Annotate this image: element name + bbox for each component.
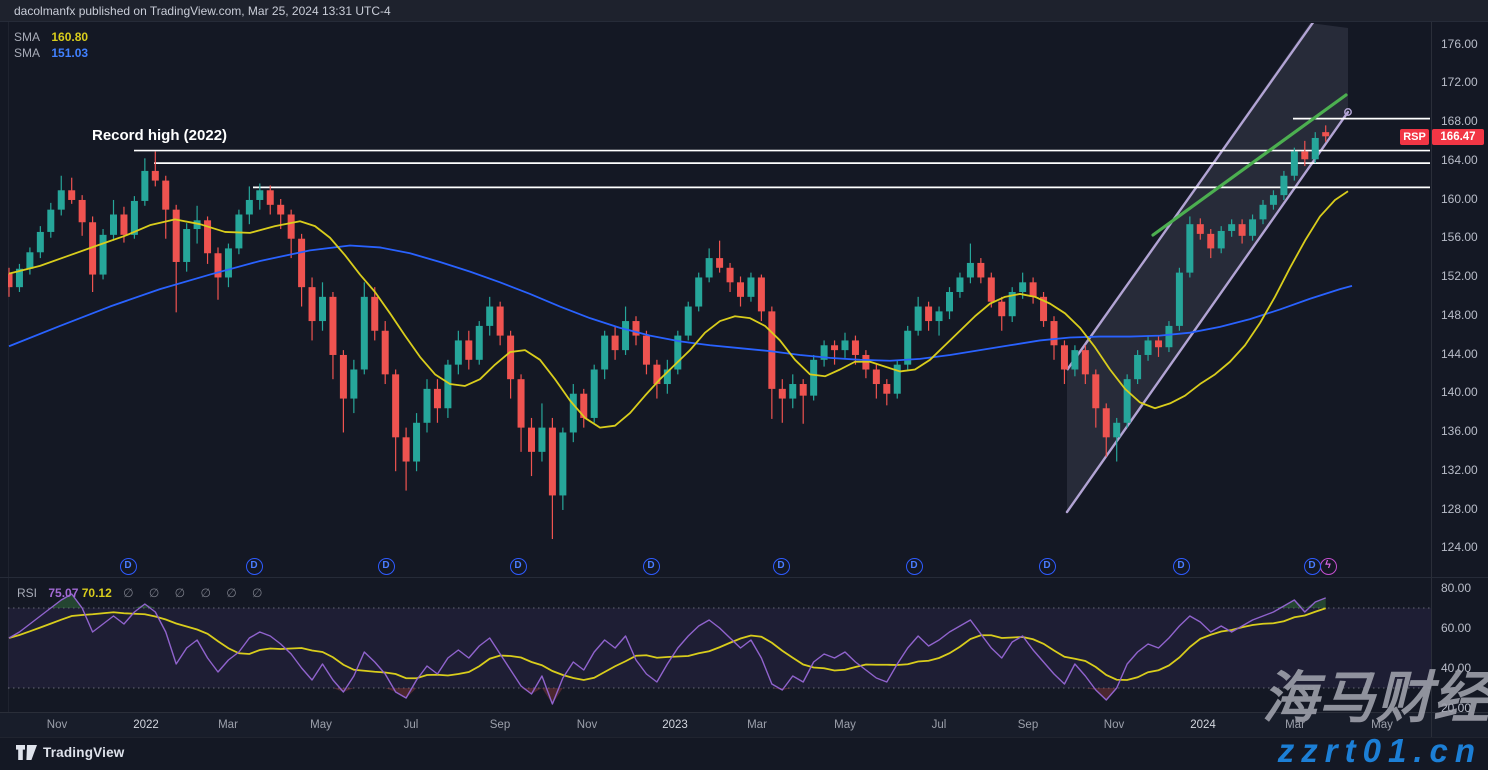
price-tick-176.00: 176.00 xyxy=(1441,38,1478,51)
dividend-marker-2[interactable]: D xyxy=(378,558,395,575)
rsi-value: 75.07 xyxy=(48,586,78,600)
dividend-marker-8[interactable]: D xyxy=(1173,558,1190,575)
price-tick-140.00: 140.00 xyxy=(1441,386,1478,399)
publish-banner: dacolmanfx published on TradingView.com,… xyxy=(0,0,1488,22)
price-tick-168.00: 168.00 xyxy=(1441,115,1478,128)
dividend-marker-6[interactable]: D xyxy=(906,558,923,575)
price-tick-160.00: 160.00 xyxy=(1441,193,1478,206)
dividend-marker-1[interactable]: D xyxy=(246,558,263,575)
rsi-legend[interactable]: RSI 75.07 70.12 ∅ ∅ ∅ ∅ ∅ ∅ xyxy=(17,586,269,600)
time-label-May: May xyxy=(834,719,856,731)
dividend-marker-3[interactable]: D xyxy=(510,558,527,575)
time-label-2024: 2024 xyxy=(1190,719,1216,731)
price-tick-136.00: 136.00 xyxy=(1441,425,1478,438)
rsi-empty-params: ∅ ∅ ∅ ∅ ∅ ∅ xyxy=(123,586,268,600)
time-label-Sep: Sep xyxy=(1018,719,1038,731)
rsi-label: RSI xyxy=(17,586,37,600)
price-tick-156.00: 156.00 xyxy=(1441,231,1478,244)
last-price-label: 166.47 xyxy=(1432,129,1484,145)
price-tick-132.00: 132.00 xyxy=(1441,464,1478,477)
time-label-Jul: Jul xyxy=(404,719,419,731)
time-label-May: May xyxy=(310,719,332,731)
dividend-marker-4[interactable]: D xyxy=(643,558,660,575)
pane-separator[interactable] xyxy=(0,577,1488,578)
price-tick-172.00: 172.00 xyxy=(1441,76,1478,89)
dividend-marker-9[interactable]: D xyxy=(1304,558,1321,575)
time-label-Jul: Jul xyxy=(932,719,947,731)
rsi-oversold-fill xyxy=(9,688,1326,704)
dividend-marker-7[interactable]: D xyxy=(1039,558,1056,575)
time-label-2023: 2023 xyxy=(662,719,688,731)
time-label-Mar: Mar xyxy=(218,719,238,731)
sma-fast-label: SMA xyxy=(14,30,40,44)
left-edge-line xyxy=(8,22,9,712)
price-tick-148.00: 148.00 xyxy=(1441,309,1478,322)
symbol-price-label: RSP xyxy=(1400,129,1429,145)
rsi-pane xyxy=(8,594,1431,704)
tradingview-attribution[interactable]: TradingView xyxy=(16,745,124,760)
flash-icon[interactable]: ϟ xyxy=(1320,558,1337,575)
time-label-Mar: Mar xyxy=(747,719,767,731)
sma-fast-legend[interactable]: SMA 160.80 xyxy=(14,30,88,45)
record-high-annotation: Record high (2022) xyxy=(92,127,227,144)
price-tick-124.00: 124.00 xyxy=(1441,541,1478,554)
dividend-marker-0[interactable]: D xyxy=(120,558,137,575)
main-pane-legend[interactable]: SMA 160.80 SMA 151.03 xyxy=(14,30,88,62)
price-tick-128.00: 128.00 xyxy=(1441,503,1478,516)
sma-slow-label: SMA xyxy=(14,46,40,60)
time-label-Nov: Nov xyxy=(47,719,67,731)
price-tick-152.00: 152.00 xyxy=(1441,270,1478,283)
watermark-url: zzrt01.cn xyxy=(1278,732,1482,770)
sma-fast-value: 160.80 xyxy=(51,30,88,44)
bottom-separator xyxy=(0,737,1488,738)
main-pane xyxy=(6,14,1431,539)
rsi-ma-value: 70.12 xyxy=(82,586,112,600)
watermark-cn: 海马财经 xyxy=(1262,653,1488,734)
tradingview-logo-text: TradingView xyxy=(43,745,124,760)
rsi-tick-80.00: 80.00 xyxy=(1441,582,1471,595)
rsi-tick-60.00: 60.00 xyxy=(1441,622,1471,635)
dividend-marker-5[interactable]: D xyxy=(773,558,790,575)
sma-slow-value: 151.03 xyxy=(51,46,88,60)
time-label-Sep: Sep xyxy=(490,719,510,731)
price-tick-164.00: 164.00 xyxy=(1441,154,1478,167)
tradingview-logo-icon xyxy=(16,745,37,760)
trend-channel-fill xyxy=(1067,23,1348,512)
time-label-2022: 2022 xyxy=(133,719,159,731)
price-tick-144.00: 144.00 xyxy=(1441,348,1478,361)
sma-slow-legend[interactable]: SMA 151.03 xyxy=(14,46,88,61)
publish-text: dacolmanfx published on TradingView.com,… xyxy=(14,4,391,18)
time-label-Nov: Nov xyxy=(1104,719,1124,731)
time-label-Nov: Nov xyxy=(577,719,597,731)
